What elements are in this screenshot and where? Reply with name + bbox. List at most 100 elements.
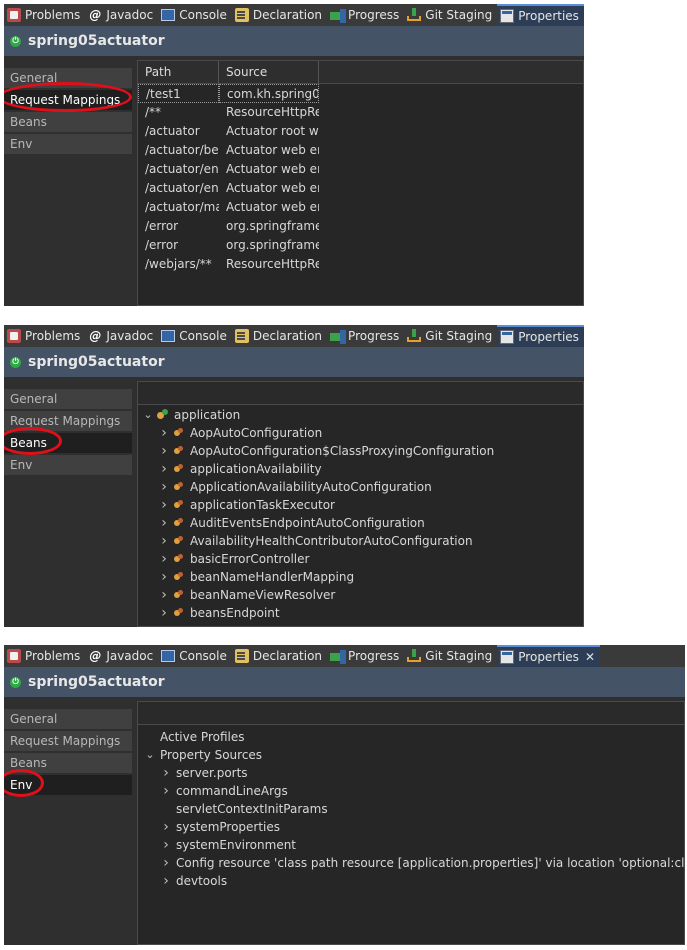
chevron-right-icon[interactable]: › (160, 782, 172, 800)
progress-icon (330, 330, 347, 344)
tab-progress[interactable]: Progress (327, 325, 404, 347)
bean-icon (174, 590, 184, 600)
git-staging-icon (407, 8, 422, 22)
path-cell: /webjars/** (145, 257, 212, 271)
declaration-icon (234, 649, 249, 663)
tab-javadoc[interactable]: @ Javadoc (85, 325, 158, 347)
sidebar-item-request-mappings[interactable]: Request Mappings (4, 411, 132, 431)
chevron-right-icon[interactable]: › (160, 854, 172, 872)
console-icon (161, 9, 176, 21)
chevron-right-icon[interactable]: › (160, 818, 172, 836)
view-tab-bar: Problems @ Javadoc Console Declaration Progre… (4, 4, 584, 26)
chevron-right-icon[interactable]: › (158, 604, 170, 622)
sidebar-item-general[interactable]: General (4, 389, 132, 409)
tree-node-bean[interactable]: › beanNameViewResolver (138, 586, 583, 604)
chevron-right-icon[interactable]: › (158, 460, 170, 478)
tree-node-property-source[interactable]: › devtools (138, 872, 684, 890)
tab-console[interactable]: Console (158, 645, 232, 667)
sidebar-item-beans[interactable]: Beans (4, 427, 132, 455)
tree-node-bean[interactable]: › AuditEventsEndpointAutoConfiguration (138, 514, 583, 532)
tab-javadoc[interactable]: @ Javadoc (85, 4, 158, 26)
column-header-path[interactable]: Path (138, 61, 219, 83)
sidebar-item-beans[interactable]: Beans (4, 112, 132, 132)
tree-node-bean[interactable]: › AopAutoConfiguration$ClassProxyingConfi… (138, 442, 583, 460)
tab-git-staging[interactable]: Git Staging (404, 645, 497, 667)
sidebar-item-beans[interactable]: Beans (4, 753, 132, 773)
tree-node-property-source[interactable]: servletContextInitParams (138, 800, 684, 818)
sidebar-item-request-mappings[interactable]: Request Mappings (4, 82, 132, 112)
tab-problems[interactable]: Problems (4, 645, 85, 667)
properties-sidebar: General Request Mappings Beans Env (4, 68, 132, 156)
tab-console[interactable]: Console (158, 4, 232, 26)
table-row[interactable]: /actuator/env Actuator web en (138, 179, 583, 198)
table-row[interactable]: /actuator Actuator root we (138, 122, 583, 141)
tree-node-bean[interactable]: › AvailabilityHealthContributorAutoConfig… (138, 532, 583, 550)
table-row[interactable]: /actuator/env Actuator web en (138, 160, 583, 179)
table-row[interactable]: /test1 com.kh.spring05 (138, 84, 583, 103)
chevron-right-icon[interactable]: › (158, 496, 170, 514)
tree-node-bean[interactable]: › basicErrorController (138, 550, 583, 568)
tree-node-bean[interactable]: › ApplicationAvailabilityAutoConfiguratio… (138, 478, 583, 496)
sidebar-item-label: Env (10, 778, 33, 792)
table-row[interactable]: /error org.springframev (138, 236, 583, 255)
table-row[interactable]: /actuator/ma Actuator web en (138, 198, 583, 217)
column-header-source[interactable]: Source (219, 61, 319, 83)
tab-javadoc[interactable]: @ Javadoc (85, 645, 158, 667)
chevron-right-icon[interactable]: › (158, 568, 170, 586)
table-row[interactable]: /error org.springframev (138, 217, 583, 236)
tab-problems[interactable]: Problems (4, 325, 85, 347)
chevron-right-icon[interactable]: › (158, 532, 170, 550)
tab-problems[interactable]: Problems (4, 4, 85, 26)
chevron-down-icon[interactable]: ⌄ (142, 406, 154, 424)
table-row[interactable]: /** ResourceHttpRec (138, 103, 583, 122)
chevron-right-icon[interactable]: › (158, 514, 170, 532)
tab-properties[interactable]: Properties✕ (497, 325, 584, 347)
properties-content: ⌄ application › AopAutoConfiguration › AopAut… (137, 381, 584, 627)
tab-git-staging[interactable]: Git Staging (404, 4, 497, 26)
sidebar-item-env[interactable]: Env (4, 455, 132, 475)
tree-node-property-source[interactable]: › server.ports (138, 764, 684, 782)
tree-node-bean[interactable]: › beanNameHandlerMapping (138, 568, 583, 586)
tab-declaration[interactable]: Declaration (232, 645, 327, 667)
chevron-right-icon[interactable]: › (158, 442, 170, 460)
sidebar-item-general[interactable]: General (4, 709, 132, 729)
tree-node-property-source[interactable]: › Config resource 'class path resource [a… (138, 854, 685, 872)
sidebar-item-env[interactable]: Env (4, 134, 132, 154)
tab-console[interactable]: Console (158, 325, 232, 347)
tree-node-bean[interactable]: › AopAutoConfiguration (138, 424, 583, 442)
tab-properties[interactable]: Properties✕ (497, 645, 600, 667)
tree-node-bean[interactable]: › applicationTaskExecutor (138, 496, 583, 514)
tree-node-property-source[interactable]: › systemEnvironment (138, 836, 684, 854)
tab-git-staging[interactable]: Git Staging (404, 325, 497, 347)
chevron-right-icon[interactable]: › (158, 478, 170, 496)
tab-declaration[interactable]: Declaration (232, 4, 327, 26)
tree-node-property-source[interactable]: › systemProperties (138, 818, 684, 836)
chevron-right-icon[interactable]: › (158, 550, 170, 568)
table-row[interactable]: /actuator/bea Actuator web en (138, 141, 583, 160)
tree-node-label: AuditEventsEndpointAutoConfiguration (190, 516, 425, 530)
tab-progress[interactable]: Progress (327, 4, 404, 26)
table-row[interactable]: /webjars/** ResourceHttpRec (138, 255, 583, 274)
tab-declaration[interactable]: Declaration (232, 325, 327, 347)
tree-node-bean[interactable]: › applicationAvailability (138, 460, 583, 478)
tree-node-property-source[interactable]: › commandLineArgs (138, 782, 684, 800)
filter-input[interactable] (138, 382, 583, 405)
chevron-right-icon[interactable]: › (158, 586, 170, 604)
chevron-right-icon[interactable]: › (160, 836, 172, 854)
chevron-down-icon[interactable]: ⌄ (144, 746, 156, 764)
sidebar-item-general[interactable]: General (4, 68, 132, 88)
close-icon[interactable]: ✕ (585, 650, 595, 664)
sidebar-item-env[interactable]: Env (4, 769, 132, 797)
sidebar-item-request-mappings[interactable]: Request Mappings (4, 731, 132, 751)
tree-node-active-profiles[interactable]: Active Profiles (138, 728, 684, 746)
chevron-right-icon[interactable]: › (160, 872, 172, 890)
chevron-right-icon[interactable]: › (158, 424, 170, 442)
filter-input[interactable] (138, 702, 684, 725)
tree-node-application[interactable]: ⌄ application (138, 406, 583, 424)
chevron-right-icon[interactable]: › (160, 764, 172, 782)
tab-properties[interactable]: Properties✕ (497, 4, 584, 26)
sidebar-item-label: Request Mappings (10, 414, 121, 428)
tree-node-bean[interactable]: › beansEndpoint (138, 604, 583, 622)
tab-progress[interactable]: Progress (327, 645, 404, 667)
tree-node-property-sources[interactable]: ⌄ Property Sources (138, 746, 684, 764)
